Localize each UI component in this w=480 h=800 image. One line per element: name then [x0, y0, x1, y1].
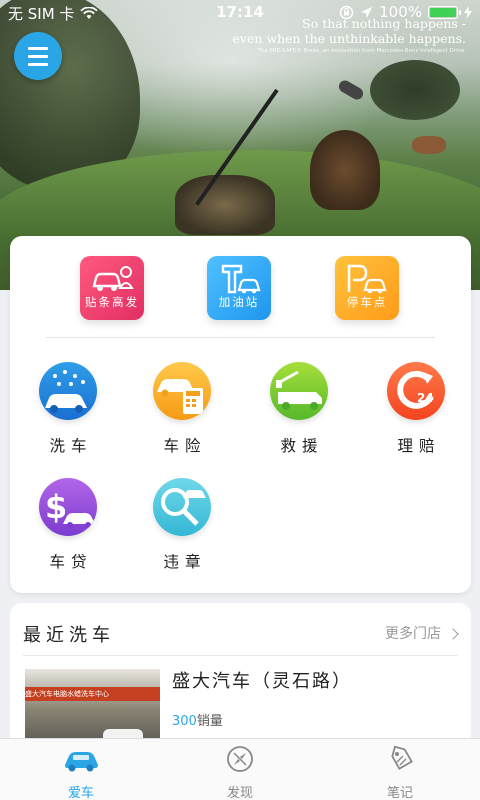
divider: [23, 655, 458, 656]
top-service-label: 加油站: [218, 295, 260, 309]
service-label: 救援: [280, 437, 324, 455]
shop-sales: 300销量: [172, 710, 223, 729]
shop-sales-suffix: 销量: [196, 714, 223, 729]
shop-sales-count: 300: [172, 714, 197, 729]
status-bar: 无 SIM 卡 17:14 100%: [0, 0, 480, 26]
violation-search-icon: [153, 478, 211, 536]
tab-bar: 爱车 发现 笔记: [0, 738, 480, 800]
banner-camouflaged-person-2: [310, 130, 380, 210]
car-loan-button[interactable]: $ 车贷: [28, 478, 108, 572]
rescue-button[interactable]: 救援: [259, 362, 339, 456]
violation-query-button[interactable]: 违章: [142, 478, 222, 572]
banner-slogan-small: The PRE-SAFE® Brake, an innovation from …: [257, 48, 466, 54]
gas-station-button[interactable]: 加油站: [207, 256, 271, 320]
service-label: 车险: [163, 437, 207, 455]
tab-my-car[interactable]: 爱车: [36, 745, 126, 800]
divider: [46, 337, 435, 338]
rotation-lock-icon: [339, 5, 354, 19]
shop-name[interactable]: 盛大汽车（灵石路）: [172, 667, 352, 693]
services-card: 贴条高发 加油站 停车点 洗车 车险 救援 24 理赔 $ 车贷 违章: [10, 236, 471, 593]
car-wash-icon: [39, 362, 97, 420]
service-label: 车贷: [49, 553, 93, 571]
tab-label: 发现: [226, 786, 253, 800]
location-arrow-icon: [361, 6, 373, 18]
compass-icon: [227, 746, 253, 772]
more-shops-label: 更多门店: [385, 626, 441, 642]
battery-icon: [428, 5, 461, 19]
chevron-right-icon: [447, 628, 459, 640]
service-label: 洗车: [49, 437, 93, 455]
service-label: 违章: [163, 553, 207, 571]
ticket-hotspot-button[interactable]: 贴条高发: [80, 256, 144, 320]
ticket-car-icon: [92, 266, 134, 291]
tow-truck-icon: [270, 362, 328, 420]
parking-icon: [347, 264, 387, 294]
charging-icon: [464, 5, 472, 19]
recent-wash-title: 最近洗车: [23, 625, 115, 646]
battery-percent: 100%: [379, 3, 422, 21]
car-icon: [65, 752, 98, 772]
tab-label: 笔记: [386, 786, 413, 800]
claims-24h-icon: 24: [387, 362, 445, 420]
banner-deer: [412, 136, 446, 154]
tab-notes[interactable]: 笔记: [355, 745, 445, 800]
hamburger-menu-icon-bar: [28, 62, 48, 66]
claims-button[interactable]: 24 理赔: [376, 362, 456, 456]
tab-label: 爱车: [67, 786, 94, 800]
svg-text:24: 24: [417, 391, 434, 405]
tab-discover[interactable]: 发现: [195, 745, 285, 800]
hamburger-menu-icon-bar: [28, 54, 48, 58]
more-shops-link[interactable]: 更多门店: [385, 623, 459, 643]
car-loan-icon: $: [39, 478, 97, 536]
banner-tree-right: [370, 60, 460, 120]
banner-slogan-line2: even when the unthinkable happens.: [232, 31, 466, 46]
service-label: 理赔: [397, 437, 441, 455]
top-service-label: 停车点: [346, 295, 388, 309]
hamburger-menu-icon: [28, 46, 48, 50]
menu-button[interactable]: [14, 32, 62, 80]
top-services-row: 贴条高发 加油站 停车点: [10, 256, 471, 326]
tag-icon: [391, 745, 413, 770]
car-wash-button[interactable]: 洗车: [28, 362, 108, 456]
car-insurance-button[interactable]: 车险: [142, 362, 222, 456]
svg-text:$: $: [45, 488, 67, 526]
shop-photo-sign: 盛大汽车电脑水蜡洗车中心: [25, 687, 160, 701]
parking-spot-button[interactable]: 停车点: [335, 256, 399, 320]
banner-camouflaged-person: [175, 175, 275, 235]
gas-station-icon: [221, 264, 261, 294]
battery-fill: [430, 7, 456, 17]
car-insurance-icon: [153, 362, 211, 420]
top-service-label: 贴条高发: [85, 295, 139, 309]
